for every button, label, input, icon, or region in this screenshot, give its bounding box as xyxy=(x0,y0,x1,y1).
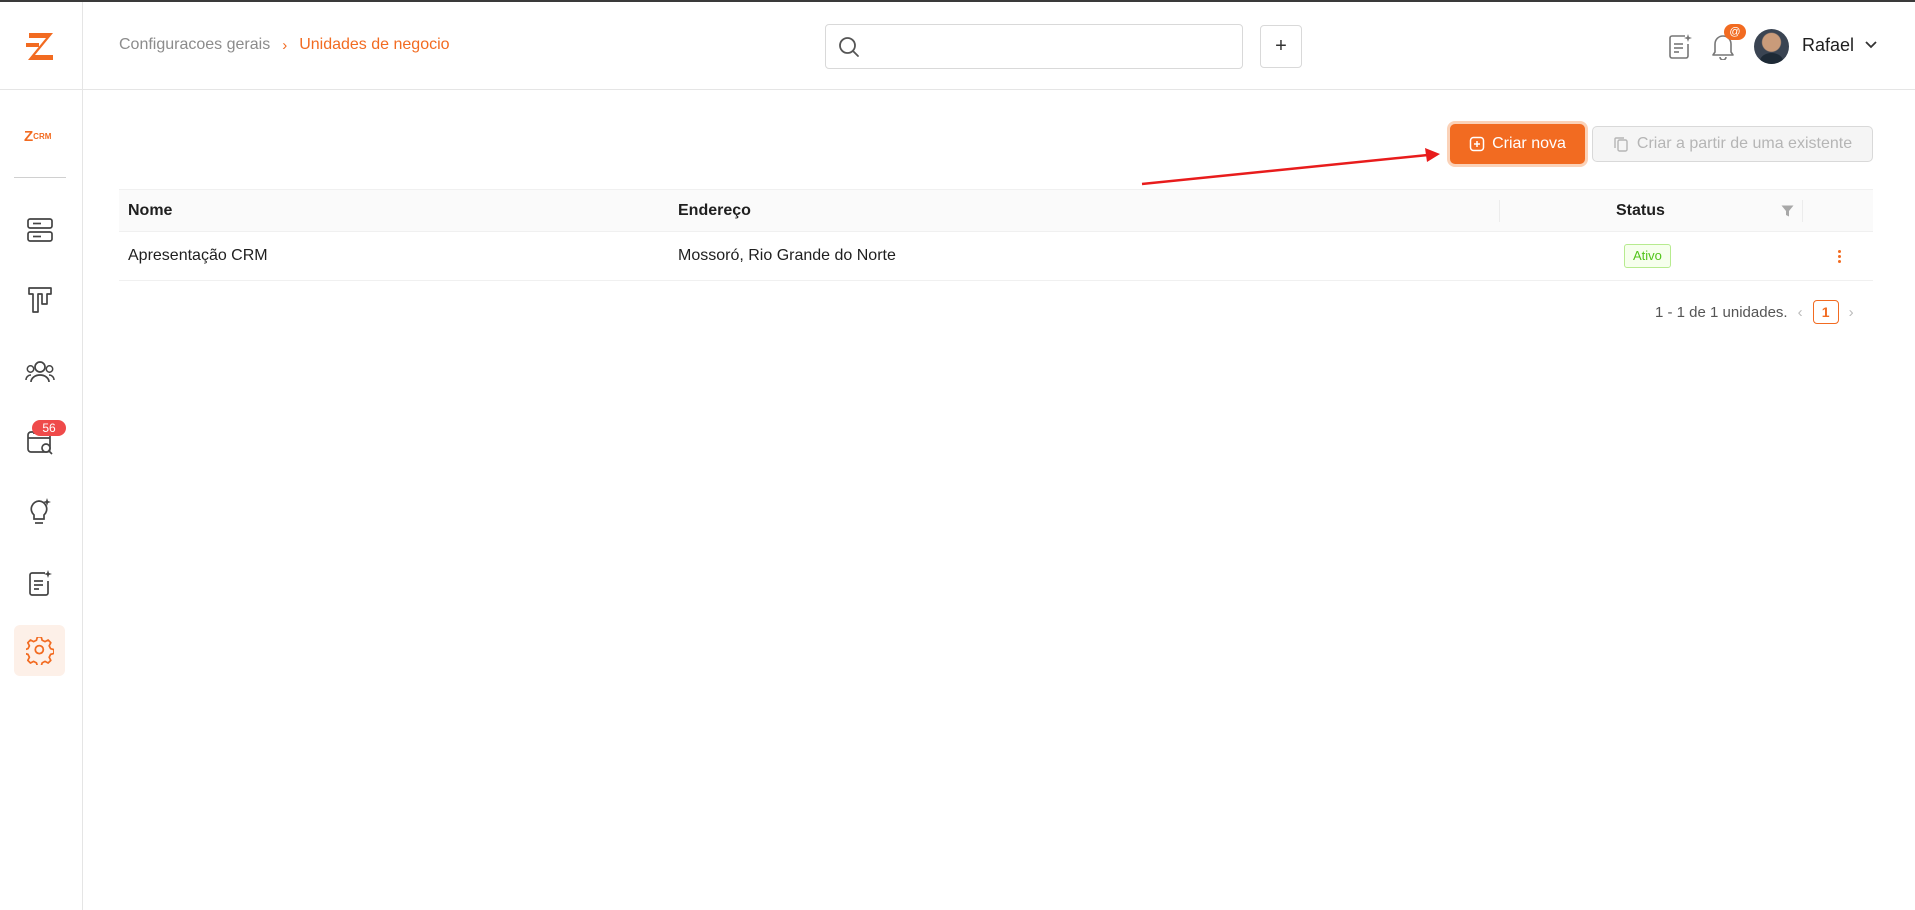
chevron-down-icon[interactable] xyxy=(1864,40,1878,50)
sidebar-item-servers[interactable] xyxy=(14,204,65,255)
z-logo-icon xyxy=(26,33,53,60)
crm-brand-letter: Z xyxy=(24,128,34,145)
create-new-button[interactable]: Criar nova xyxy=(1450,124,1585,164)
copy-icon xyxy=(1614,136,1628,152)
breadcrumb-separator-icon: › xyxy=(282,36,288,54)
pagination: 1 - 1 de 1 unidades. ‹ 1 › xyxy=(1655,300,1854,324)
search-input[interactable] xyxy=(870,25,1230,68)
sidebar-item-users[interactable] xyxy=(14,345,65,396)
cell-endereco: Mossoró, Rio Grande do Norte xyxy=(678,247,896,264)
sidebar-item-notes[interactable] xyxy=(14,557,65,608)
more-dot-icon xyxy=(1837,249,1841,253)
plus-square-icon xyxy=(1469,136,1485,152)
app-logo[interactable] xyxy=(0,2,83,90)
calendar-badge: 56 xyxy=(32,420,66,436)
user-avatar[interactable] xyxy=(1754,29,1789,64)
column-header-endereco: Endereço xyxy=(678,202,751,219)
more-dot-icon xyxy=(1837,259,1841,263)
pagination-summary: 1 - 1 de 1 unidades. xyxy=(1655,303,1788,321)
pagination-page-1[interactable]: 1 xyxy=(1812,300,1839,324)
create-new-label: Criar nova xyxy=(1492,135,1566,152)
table-row[interactable]: Apresentação CRM Mossoró, Rio Grande do … xyxy=(119,232,1873,281)
status-badge: Ativo xyxy=(1624,244,1671,268)
breadcrumb: Configuracoes gerais › Unidades de negoc… xyxy=(119,36,450,54)
note-icon xyxy=(28,569,52,596)
sidebar-item-kanban[interactable] xyxy=(14,274,65,325)
search-box xyxy=(825,24,1243,69)
create-from-existing-button[interactable]: Criar a partir de uma existente xyxy=(1592,126,1873,162)
sidebar-divider xyxy=(14,177,66,178)
quick-add-button[interactable]: + xyxy=(1260,25,1302,68)
pagination-next-icon[interactable]: › xyxy=(1849,304,1854,321)
sidebar: ZCRM 56 xyxy=(0,90,83,910)
breadcrumb-current: Unidades de negocio xyxy=(299,36,450,53)
notification-badge: @ xyxy=(1724,24,1746,40)
kanban-icon xyxy=(27,286,52,313)
server-icon xyxy=(26,217,53,242)
more-dot-icon xyxy=(1837,254,1841,258)
column-header-nome: Nome xyxy=(128,202,173,219)
sidebar-item-settings[interactable] xyxy=(14,625,65,676)
user-name[interactable]: Rafael xyxy=(1802,35,1854,56)
table-header: Nome Endereço Status xyxy=(119,189,1873,232)
create-from-existing-label: Criar a partir de uma existente xyxy=(1636,135,1853,152)
column-separator xyxy=(1802,200,1803,222)
business-units-table: Nome Endereço Status Apresentação CRM Mo… xyxy=(119,189,1873,281)
note-add-icon[interactable] xyxy=(1668,32,1692,60)
gear-icon xyxy=(25,636,54,665)
crm-brand: ZCRM xyxy=(24,128,51,145)
filter-icon[interactable] xyxy=(1781,205,1794,217)
breadcrumb-root-link[interactable]: Configuracoes gerais xyxy=(119,36,270,54)
crm-brand-suffix: CRM xyxy=(33,132,52,141)
users-icon xyxy=(24,360,55,382)
top-header: Configuracoes gerais › Unidades de negoc… xyxy=(0,2,1915,90)
lightbulb-icon xyxy=(29,497,51,524)
column-header-status: Status xyxy=(1616,202,1665,219)
pagination-prev-icon[interactable]: ‹ xyxy=(1798,304,1803,321)
sidebar-item-ideas[interactable] xyxy=(14,486,65,537)
column-separator xyxy=(1499,200,1500,222)
search-icon xyxy=(839,37,859,57)
row-more-actions-button[interactable] xyxy=(1831,244,1847,268)
cell-nome: Apresentação CRM xyxy=(128,247,268,264)
